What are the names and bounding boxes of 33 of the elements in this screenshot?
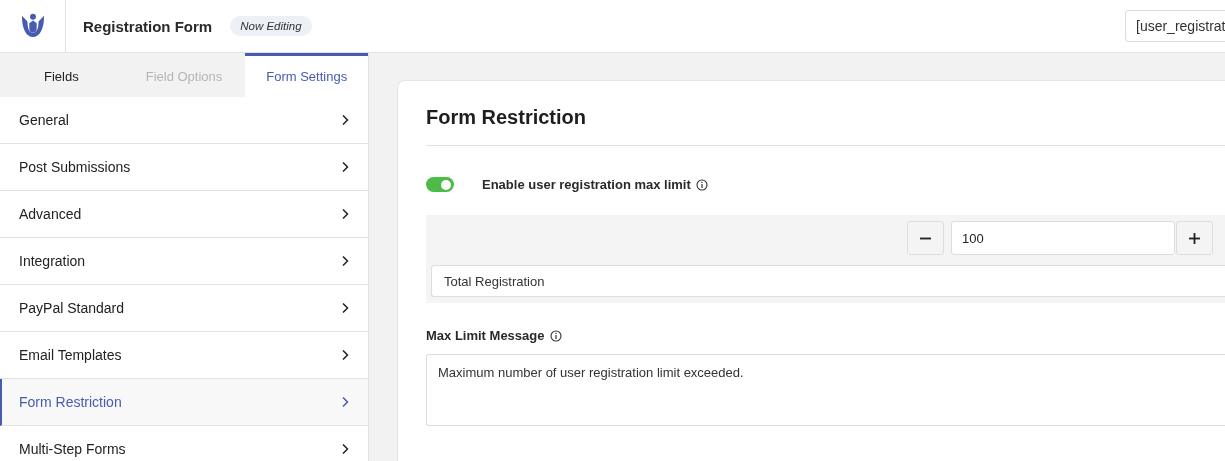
tab[interactable]: Form Settings xyxy=(245,53,368,97)
increment-button[interactable] xyxy=(1176,221,1213,255)
chevron-icon xyxy=(341,302,349,314)
sidebar-item[interactable]: General xyxy=(0,97,368,144)
chevron-icon xyxy=(341,349,349,361)
status-badge: Now Editing xyxy=(230,16,312,36)
decrement-button[interactable] xyxy=(907,221,944,255)
toggle-label: Enable user registration max limit xyxy=(482,177,691,192)
shortcode-field[interactable]: [user_registrat xyxy=(1125,10,1225,42)
form-title: Registration Form xyxy=(83,17,213,35)
chevron-icon xyxy=(341,255,349,267)
panel-title: Form Restriction xyxy=(426,81,1225,146)
plus-icon xyxy=(1189,232,1200,244)
chevron-icon xyxy=(341,443,349,455)
number-field[interactable]: 100 xyxy=(951,221,1175,255)
chevron-icon xyxy=(341,114,349,126)
sidebar-item[interactable]: Integration xyxy=(0,238,368,285)
chevron-icon xyxy=(341,396,349,408)
chevron-icon xyxy=(341,208,349,220)
sidebar-item[interactable]: Advanced xyxy=(0,191,368,238)
info-icon xyxy=(549,329,562,342)
toggle-switch[interactable] xyxy=(426,177,454,192)
sidebar-item[interactable]: Form Restriction xyxy=(0,379,368,426)
sidebar-item[interactable]: PayPal Standard xyxy=(0,285,368,332)
tab[interactable]: Fields xyxy=(0,53,123,97)
sidebar-item[interactable]: Post Submissions xyxy=(0,144,368,191)
limit-type-dropdown[interactable]: Total Registration xyxy=(431,265,1225,297)
logo-icon xyxy=(20,13,45,39)
message-field[interactable]: Maximum number of user registration limit exceeded. xyxy=(426,354,1225,426)
field-label: Max Limit Message xyxy=(426,328,545,343)
chevron-icon xyxy=(341,161,349,173)
sidebar-item[interactable]: Multi-Step Forms xyxy=(0,426,368,461)
info-icon xyxy=(695,178,708,191)
